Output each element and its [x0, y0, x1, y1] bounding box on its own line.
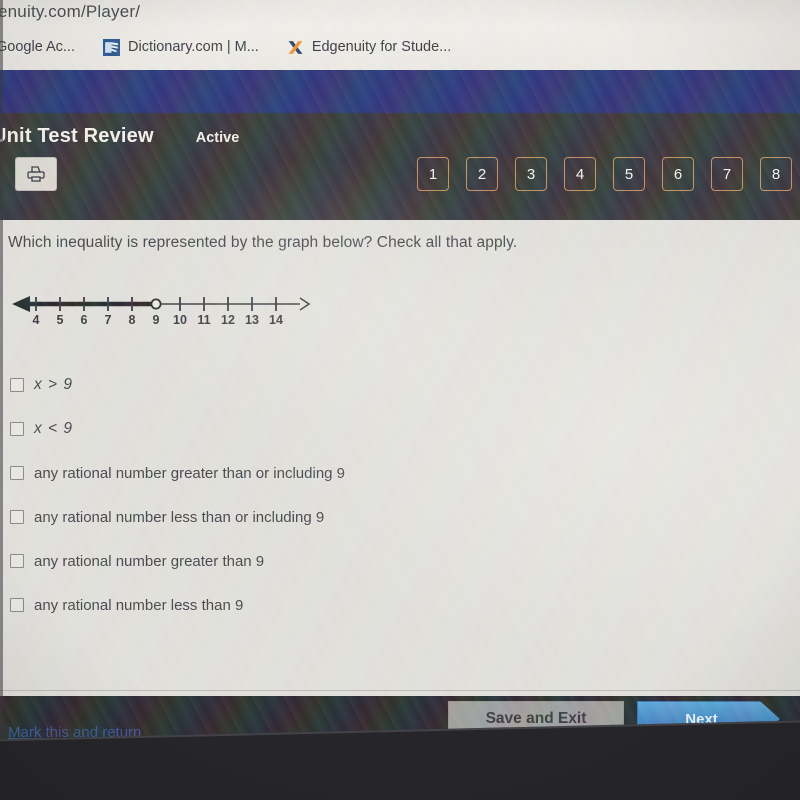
checkbox-icon[interactable] — [10, 378, 24, 392]
answer-options-list: x > 9 x < 9 any rational number greater … — [10, 363, 510, 627]
svg-text:12: 12 — [221, 313, 235, 327]
question-content-area: Which inequality is represented by the g… — [0, 220, 800, 741]
answer-option-label: any rational number less than or includi… — [34, 508, 325, 526]
question-nav-8[interactable]: 8 — [760, 157, 792, 191]
checkbox-icon[interactable] — [10, 422, 24, 436]
svg-text:6: 6 — [81, 313, 88, 327]
assignment-header: Unit Test Review Active 1 2 3 4 5 6 7 8 — [0, 113, 800, 220]
answer-option-1[interactable]: x > 9 — [10, 363, 510, 407]
question-nav-1[interactable]: 1 — [417, 157, 449, 191]
number-line-graph: 4 5 6 7 8 9 10 11 12 13 14 — [6, 290, 316, 338]
svg-text:13: 13 — [245, 313, 259, 327]
svg-text:11: 11 — [197, 313, 210, 327]
question-nav-3[interactable]: 3 — [515, 157, 547, 191]
answer-option-2[interactable]: x < 9 — [10, 407, 510, 451]
number-line-endpoint — [150, 298, 162, 310]
bookmark-label: Dictionary.com | M... — [128, 39, 259, 55]
checkbox-icon[interactable] — [10, 554, 24, 568]
bookmark-label: Google Ac... — [0, 39, 75, 55]
question-number-nav: 1 2 3 4 5 6 7 8 — [417, 157, 792, 191]
answer-option-label: x > 9 — [34, 376, 74, 393]
checkbox-icon[interactable] — [10, 598, 24, 612]
bookmark-google-account[interactable]: Google Ac... — [0, 39, 75, 55]
answer-option-label: any rational number greater than or incl… — [34, 464, 346, 482]
answer-option-label: any rational number less than 9 — [34, 596, 244, 614]
question-prompt: Which inequality is represented by the g… — [8, 234, 518, 251]
assignment-header-title-row: Unit Test Review Active — [0, 125, 239, 148]
answer-option-4[interactable]: any rational number less than or includi… — [10, 495, 510, 539]
question-nav-4[interactable]: 4 — [564, 157, 596, 191]
dictionary-icon — [103, 38, 120, 56]
bookmark-dictionary[interactable]: Dictionary.com | M... — [103, 38, 259, 56]
url-text: enuity.com/Player/ — [0, 2, 141, 21]
svg-text:9: 9 — [153, 313, 160, 327]
site-navigation-band — [0, 70, 800, 114]
printer-icon — [25, 164, 47, 184]
svg-text:14: 14 — [269, 313, 283, 327]
print-button[interactable] — [15, 157, 57, 191]
answer-option-label: x < 9 — [34, 420, 74, 437]
status-badge: Active — [195, 130, 240, 146]
question-nav-6[interactable]: 6 — [662, 157, 694, 191]
question-nav-5[interactable]: 5 — [613, 157, 645, 191]
browser-chrome: enuity.com/Player/ Google Ac... Dictiona… — [0, 0, 800, 70]
answer-option-3[interactable]: any rational number greater than or incl… — [10, 451, 510, 495]
footer-divider — [0, 690, 800, 691]
bookmark-edgenuity[interactable]: Edgenuity for Stude... — [287, 39, 451, 56]
question-nav-2[interactable]: 2 — [466, 157, 498, 191]
checkbox-icon[interactable] — [10, 510, 24, 524]
question-nav-7[interactable]: 7 — [711, 157, 743, 191]
svg-text:10: 10 — [173, 313, 187, 327]
answer-option-5[interactable]: any rational number greater than 9 — [10, 539, 510, 583]
svg-text:7: 7 — [105, 313, 112, 327]
bookmark-label: Edgenuity for Stude... — [311, 39, 452, 55]
answer-option-6[interactable]: any rational number less than 9 — [10, 583, 510, 627]
svg-text:4: 4 — [33, 313, 40, 327]
edgenuity-x-icon — [287, 39, 304, 56]
left-screen-edge — [0, 0, 3, 800]
checkbox-icon[interactable] — [10, 466, 24, 480]
answer-option-label: any rational number greater than 9 — [34, 552, 265, 570]
svg-text:8: 8 — [129, 313, 136, 327]
address-bar[interactable]: enuity.com/Player/ — [0, 0, 800, 25]
bookmarks-bar: Google Ac... Dictionary.com | M... Edgen… — [0, 30, 800, 64]
svg-text:5: 5 — [57, 313, 64, 327]
page-title: Unit Test Review — [0, 125, 154, 147]
screen-photo: enuity.com/Player/ Google Ac... Dictiona… — [0, 0, 800, 800]
